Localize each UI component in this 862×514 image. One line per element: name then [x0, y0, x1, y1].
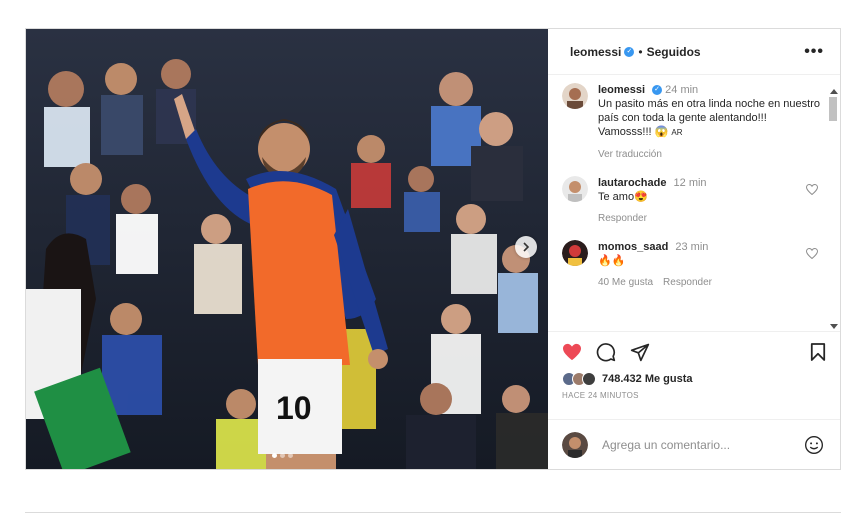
emoji-icon: [805, 435, 823, 454]
header-separator: •: [638, 44, 643, 59]
reply-link[interactable]: Responder: [598, 213, 647, 224]
translate-link[interactable]: Ver traducción: [598, 148, 820, 162]
scroll-up-arrow[interactable]: [830, 89, 838, 94]
comment-time: 12 min: [673, 177, 707, 189]
save-button[interactable]: [810, 342, 826, 362]
post-modal: 10 leomessi ✓ • Seguidos ••• leomessi ✓ …: [25, 28, 841, 470]
chevron-right-icon: [523, 242, 530, 252]
next-photo-button[interactable]: [515, 236, 537, 258]
photo-illustration: 10: [26, 29, 548, 469]
comment: momos_saad 23 min 🔥🔥 40 Me gusta Responde…: [562, 240, 820, 290]
comment-button[interactable]: [596, 342, 616, 362]
like-button[interactable]: [562, 343, 582, 361]
avatar: [562, 431, 588, 458]
avatar[interactable]: [562, 240, 588, 266]
carousel-dot: [288, 453, 293, 458]
carousel-dots: [272, 453, 293, 458]
comment-text: Te amo😍: [598, 191, 648, 203]
heart-icon: [563, 343, 581, 360]
share-icon: [630, 343, 650, 361]
reply-link[interactable]: Responder: [663, 277, 712, 288]
comments-list[interactable]: leomessi ✓ 24 min Un pasito más en otra l…: [548, 75, 840, 331]
caption-text: Un pasito más en otra linda noche en nue…: [598, 98, 820, 138]
liker-avatars: [562, 372, 596, 386]
heart-icon[interactable]: [805, 183, 820, 226]
caption: leomessi ✓ 24 min Un pasito más en otra l…: [562, 83, 820, 162]
likes-count[interactable]: 748.432 Me gusta: [602, 373, 693, 385]
comments-scrollbar[interactable]: [827, 89, 839, 329]
bookmark-icon: [810, 342, 826, 361]
comment-username[interactable]: momos_saad: [598, 241, 668, 253]
jersey-number: 10: [276, 390, 312, 426]
scroll-down-arrow[interactable]: [830, 324, 838, 329]
comment-time: 23 min: [675, 241, 709, 253]
post-side-panel: leomessi ✓ • Seguidos ••• leomessi ✓ 24 m…: [548, 29, 840, 469]
add-comment-bar: Agrega un comentario...: [548, 419, 840, 469]
emoji-button[interactable]: [804, 435, 824, 455]
carousel-dot: [272, 453, 277, 458]
post-header: leomessi ✓ • Seguidos •••: [548, 29, 840, 75]
share-button[interactable]: [630, 342, 650, 362]
avatar[interactable]: [562, 83, 588, 109]
page: 10 leomessi ✓ • Seguidos ••• leomessi ✓ …: [0, 0, 862, 514]
comment-input[interactable]: Agrega un comentario...: [602, 438, 730, 452]
likes-row[interactable]: 748.432 Me gusta: [548, 371, 840, 387]
post-photo[interactable]: 10: [26, 29, 548, 469]
verified-icon: ✓: [624, 46, 635, 57]
header-username[interactable]: leomessi: [570, 45, 621, 59]
action-bar: [548, 331, 840, 371]
comment: lautarochade 12 min Te amo😍 Responder: [562, 176, 820, 226]
comment-username[interactable]: lautarochade: [598, 177, 666, 189]
avatar[interactable]: [562, 176, 588, 202]
carousel-dot: [280, 453, 285, 458]
heart-icon[interactable]: [805, 247, 820, 290]
more-icon[interactable]: •••: [804, 43, 824, 61]
avatar: [582, 372, 596, 386]
post-timestamp: HACE 24 MINUTOS: [562, 391, 639, 400]
divider: [25, 512, 841, 513]
comment-likes[interactable]: 40 Me gusta: [598, 277, 653, 288]
follow-status-button[interactable]: Seguidos: [647, 45, 701, 59]
verified-icon: ✓: [652, 85, 663, 96]
scroll-thumb[interactable]: [829, 97, 837, 121]
caption-time: 24 min: [665, 84, 699, 96]
caption-username[interactable]: leomessi: [598, 84, 645, 96]
comment-text: 🔥🔥: [598, 255, 626, 267]
comment-icon: [596, 342, 616, 361]
